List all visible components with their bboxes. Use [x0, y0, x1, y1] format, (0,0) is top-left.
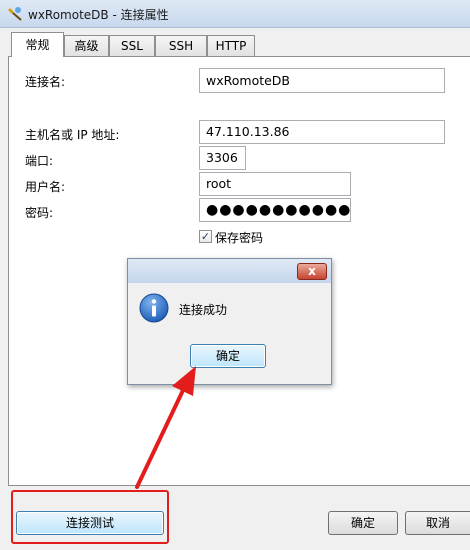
- info-icon: [139, 293, 169, 323]
- username-label: 用户名:: [25, 180, 66, 194]
- ok-button[interactable]: 确定: [328, 511, 398, 535]
- save-password-checkbox[interactable]: ✓: [199, 230, 212, 243]
- password-input[interactable]: ●●●●●●●●●●●●●: [199, 198, 351, 222]
- dialog-message: 连接成功: [179, 303, 228, 317]
- port-label: 端口:: [25, 154, 54, 168]
- app-icon: [8, 7, 22, 21]
- connection-name-label: 连接名:: [25, 75, 66, 89]
- dialog-title-bar: x: [128, 259, 331, 283]
- port-input[interactable]: 3306: [199, 146, 246, 170]
- tab-http[interactable]: HTTP: [207, 35, 255, 56]
- dialog-ok-button[interactable]: 确定: [190, 344, 266, 368]
- dialog-close-button[interactable]: x: [297, 263, 327, 280]
- tab-advanced[interactable]: 高级: [64, 35, 109, 56]
- host-label: 主机名或 IP 地址:: [25, 128, 120, 142]
- tab-ssl[interactable]: SSL: [109, 35, 155, 56]
- save-password-label: 保存密码: [215, 231, 264, 245]
- username-input[interactable]: root: [199, 172, 351, 196]
- window-title-bar: wxRomoteDB - 连接属性: [0, 0, 470, 28]
- host-input[interactable]: 47.110.13.86: [199, 120, 445, 144]
- tab-general[interactable]: 常规: [11, 32, 64, 57]
- window-title: wxRomoteDB - 连接属性: [28, 8, 169, 22]
- password-label: 密码:: [25, 206, 54, 220]
- connection-success-dialog: x 连接成功 确定: [127, 258, 332, 385]
- dialog-body: 连接成功 确定: [128, 283, 331, 384]
- annotation-highlight-box: [11, 490, 169, 544]
- cancel-button[interactable]: 取消: [405, 511, 470, 535]
- tab-ssh[interactable]: SSH: [155, 35, 207, 56]
- connection-name-input[interactable]: wxRomoteDB: [199, 68, 445, 93]
